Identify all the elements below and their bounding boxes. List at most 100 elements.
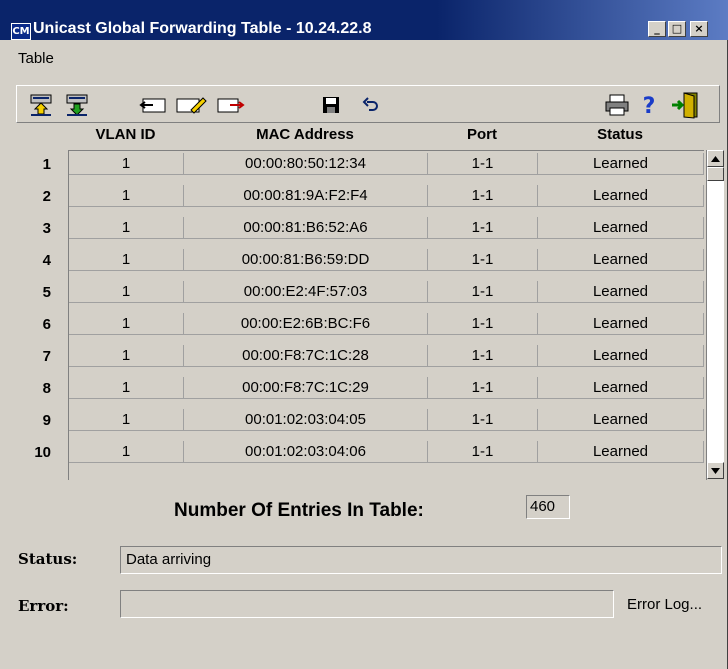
cell-mac-address[interactable]: 00:01:02:03:04:05 — [184, 409, 428, 431]
scroll-down-button[interactable] — [707, 462, 724, 479]
error-log-button[interactable]: Error Log... — [627, 596, 702, 613]
upload-button[interactable] — [25, 92, 57, 118]
cell-port[interactable]: 1-1 — [428, 249, 538, 271]
row-number: 7 — [42, 348, 51, 365]
cell-mac-address[interactable]: 00:00:E2:6B:BC:F6 — [184, 313, 428, 335]
app-icon: CM — [11, 23, 31, 40]
maximize-button[interactable]: □ — [668, 21, 686, 37]
window-title: Unicast Global Forwarding Table - 10.24.… — [33, 20, 372, 37]
error-field — [120, 590, 614, 618]
cell-status[interactable]: Learned — [538, 441, 704, 463]
app-window: CM Unicast Global Forwarding Table - 10.… — [0, 0, 728, 669]
cell-port[interactable]: 1-1 — [428, 441, 538, 463]
cell-mac-address[interactable]: 00:00:E2:4F:57:03 — [184, 281, 428, 303]
cell-port[interactable]: 1-1 — [428, 409, 538, 431]
cell-port[interactable]: 1-1 — [428, 377, 538, 399]
table-row[interactable]: 9 1 00:01:02:03:04:05 1-1 Learned — [43, 409, 705, 432]
undo-button[interactable] — [355, 92, 387, 118]
table-row[interactable]: 7 1 00:00:F8:7C:1C:28 1-1 Learned — [43, 345, 705, 368]
cell-vlan-id[interactable]: 1 — [69, 313, 184, 335]
insert-row-button[interactable] — [137, 92, 169, 118]
cell-port[interactable]: 1-1 — [428, 185, 538, 207]
cell-status[interactable]: Learned — [538, 345, 704, 367]
cell-vlan-id[interactable]: 1 — [69, 185, 184, 207]
table-row[interactable]: 6 1 00:00:E2:6B:BC:F6 1-1 Learned — [43, 313, 705, 336]
entries-count-label: Number Of Entries In Table: — [174, 500, 424, 521]
cell-port[interactable]: 1-1 — [428, 153, 538, 175]
cell-mac-address[interactable]: 00:00:81:B6:52:A6 — [184, 217, 428, 239]
row-number: 9 — [42, 412, 51, 429]
scroll-up-button[interactable] — [707, 150, 724, 167]
exit-icon — [672, 92, 698, 119]
cell-status[interactable]: Learned — [538, 249, 704, 271]
cell-vlan-id[interactable]: 1 — [69, 217, 184, 239]
cell-vlan-id[interactable]: 1 — [69, 153, 184, 175]
cell-mac-address[interactable]: 00:00:80:50:12:34 — [184, 153, 428, 175]
cell-status[interactable]: Learned — [538, 153, 704, 175]
cell-vlan-id[interactable]: 1 — [69, 441, 184, 463]
scroll-track[interactable] — [707, 167, 724, 463]
header-mac-address[interactable]: MAC Address — [183, 126, 427, 148]
print-button[interactable] — [601, 92, 633, 118]
row-number: 6 — [42, 316, 51, 333]
cell-vlan-id[interactable]: 1 — [69, 345, 184, 367]
cell-status[interactable]: Learned — [538, 281, 704, 303]
save-button[interactable] — [315, 92, 347, 118]
minimize-button[interactable]: _ — [648, 21, 666, 37]
cell-status[interactable]: Learned — [538, 217, 704, 239]
table-row[interactable]: 4 1 00:00:81:B6:59:DD 1-1 Learned — [43, 249, 705, 272]
edit-row-button[interactable] — [175, 92, 207, 118]
table-row[interactable]: 8 1 00:00:F8:7C:1C:29 1-1 Learned — [43, 377, 705, 400]
cell-status[interactable]: Learned — [538, 409, 704, 431]
cell-mac-address[interactable]: 00:00:F8:7C:1C:28 — [184, 345, 428, 367]
export-row-button[interactable] — [215, 92, 247, 118]
arrow-down-icon — [711, 467, 720, 474]
cell-mac-address[interactable]: 00:01:02:03:04:06 — [184, 441, 428, 463]
menu-table[interactable]: Table — [18, 50, 54, 67]
cell-status[interactable]: Learned — [538, 185, 704, 207]
help-icon: ? — [643, 94, 656, 117]
table-row[interactable]: 1 1 00:00:80:50:12:34 1-1 Learned — [43, 153, 705, 176]
download-button[interactable] — [61, 92, 93, 118]
exit-button[interactable] — [669, 92, 701, 119]
help-button[interactable]: ? — [633, 92, 665, 118]
save-icon — [323, 97, 339, 113]
row-number: 4 — [42, 252, 51, 269]
forwarding-table: 1 1 00:00:80:50:12:34 1-1 Learned 2 1 00… — [34, 150, 705, 480]
cell-port[interactable]: 1-1 — [428, 345, 538, 367]
upload-icon — [30, 94, 52, 116]
print-icon — [605, 94, 629, 116]
cell-vlan-id[interactable]: 1 — [69, 249, 184, 271]
title-bar[interactable]: CM Unicast Global Forwarding Table - 10.… — [0, 0, 728, 40]
header-port[interactable]: Port — [427, 126, 537, 148]
vertical-scrollbar[interactable] — [706, 150, 724, 480]
cell-port[interactable]: 1-1 — [428, 281, 538, 303]
edit-row-icon — [176, 97, 207, 114]
cell-mac-address[interactable]: 00:00:81:9A:F2:F4 — [184, 185, 428, 207]
cell-port[interactable]: 1-1 — [428, 313, 538, 335]
header-vlan-id[interactable]: VLAN ID — [68, 126, 183, 148]
cell-mac-address[interactable]: 00:00:F8:7C:1C:29 — [184, 377, 428, 399]
arrow-up-icon — [711, 155, 720, 162]
scroll-thumb[interactable] — [707, 167, 724, 181]
toolbar: ? — [16, 85, 720, 123]
table-row[interactable]: 3 1 00:00:81:B6:52:A6 1-1 Learned — [43, 217, 705, 240]
insert-row-icon — [139, 98, 166, 113]
entries-count-value: 460 — [526, 495, 570, 519]
table-row[interactable]: 10 1 00:01:02:03:04:06 1-1 Learned — [34, 441, 705, 464]
close-button[interactable]: × — [690, 21, 708, 37]
cell-vlan-id[interactable]: 1 — [69, 281, 184, 303]
table-row[interactable]: 2 1 00:00:81:9A:F2:F4 1-1 Learned — [43, 185, 705, 208]
cell-vlan-id[interactable]: 1 — [69, 377, 184, 399]
export-row-icon — [217, 98, 245, 113]
cell-status[interactable]: Learned — [538, 377, 704, 399]
table-row[interactable]: 5 1 00:00:E2:4F:57:03 1-1 Learned — [43, 281, 705, 304]
cell-mac-address[interactable]: 00:00:81:B6:59:DD — [184, 249, 428, 271]
row-number: 8 — [42, 380, 51, 397]
cell-vlan-id[interactable]: 1 — [69, 409, 184, 431]
cell-status[interactable]: Learned — [538, 313, 704, 335]
row-number: 10 — [34, 444, 51, 461]
header-status[interactable]: Status — [537, 126, 703, 148]
row-number: 2 — [42, 188, 51, 205]
cell-port[interactable]: 1-1 — [428, 217, 538, 239]
